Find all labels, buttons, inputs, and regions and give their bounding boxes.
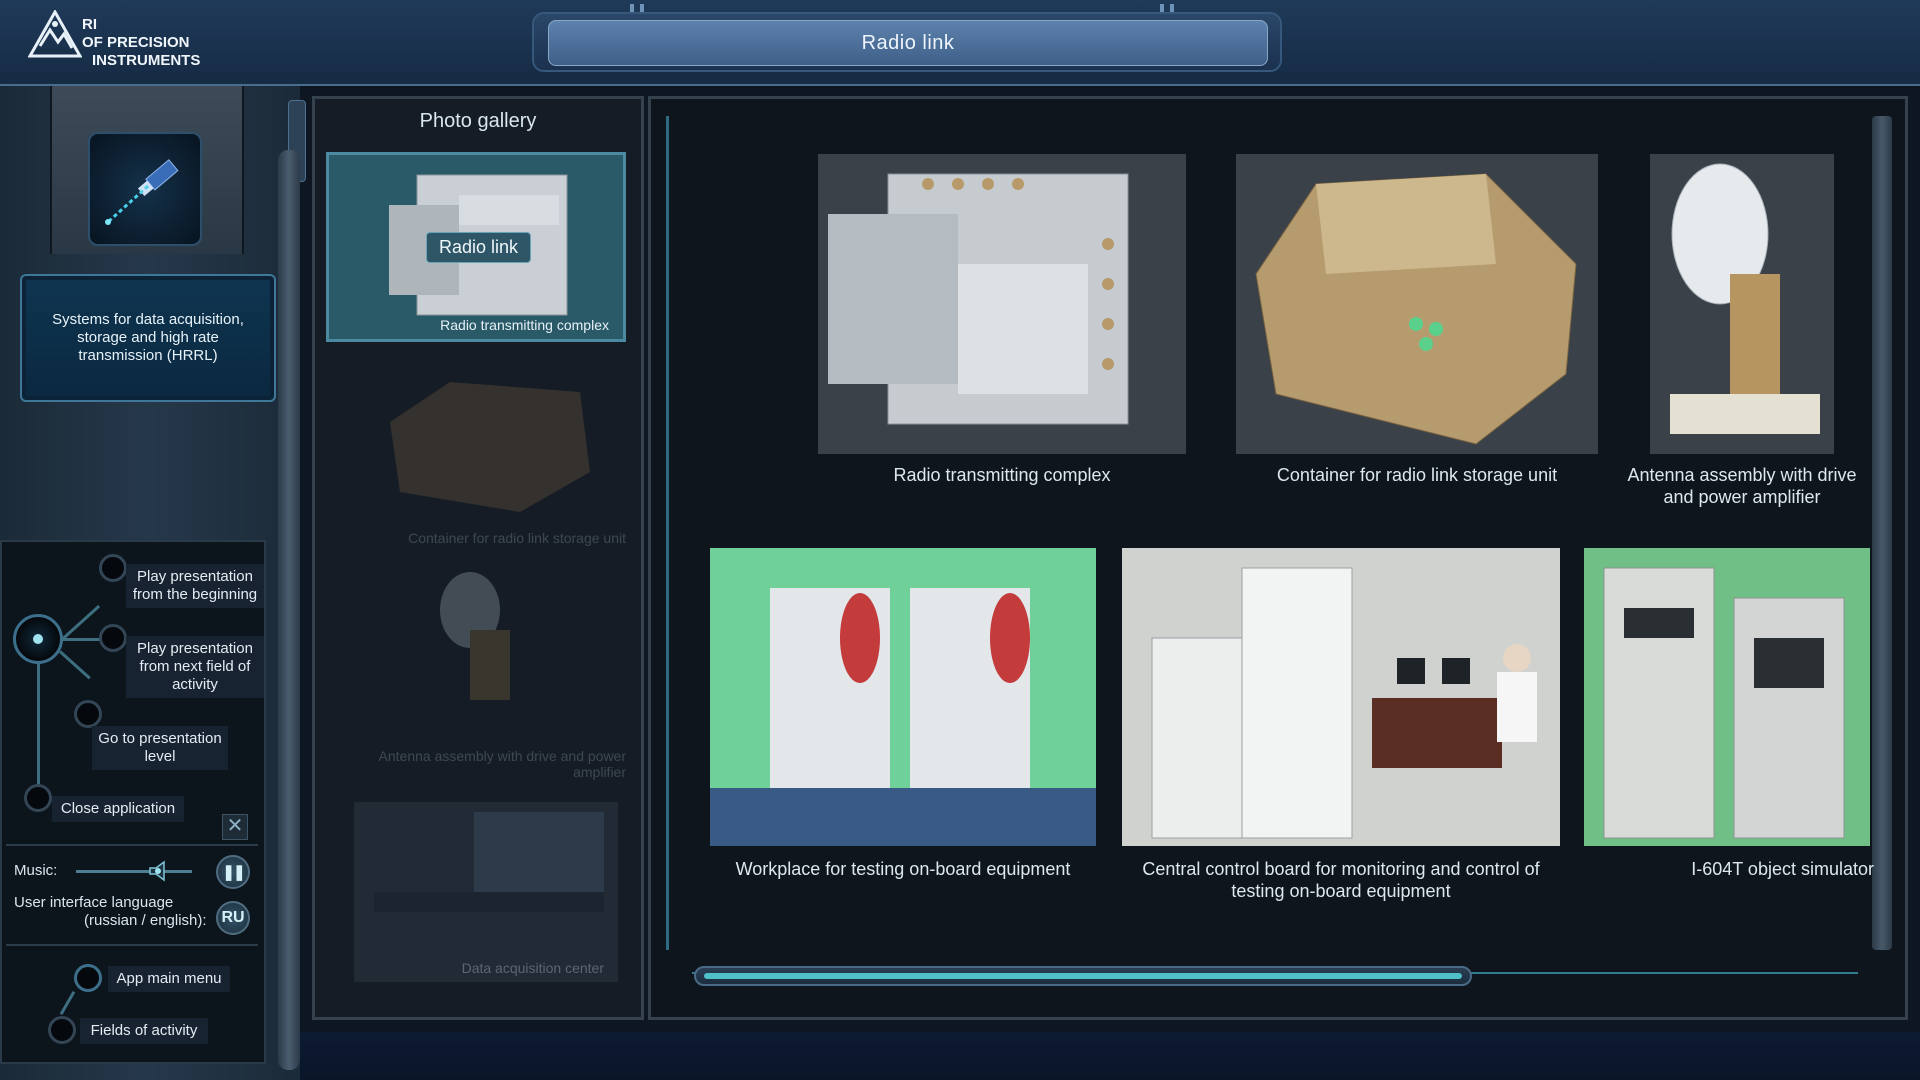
- rail-dot: [1170, 4, 1174, 12]
- gallery-thumb-container[interactable]: Container for radio link storage unit: [340, 362, 640, 552]
- language-label-line2: (russian / english):: [84, 912, 207, 929]
- gallery-thumb-antenna[interactable]: Antenna assembly with drive and power am…: [340, 560, 640, 780]
- app-main-menu-node[interactable]: [74, 964, 102, 992]
- logo: RI OF PRECISION INSTRUMENTS: [28, 10, 218, 74]
- logo-line-1: RI: [82, 16, 97, 33]
- viewer-vertical-scrollbar[interactable]: [1872, 116, 1892, 950]
- mountain-logo-icon: [28, 10, 82, 58]
- rail-dot: [640, 4, 644, 12]
- close-icon[interactable]: ✕: [222, 814, 248, 840]
- active-thumb-badge: Radio link: [426, 232, 532, 263]
- menu-divider: [6, 844, 258, 846]
- language-toggle-button[interactable]: RU: [216, 901, 250, 935]
- language-label: User interface language (russian / engli…: [14, 894, 207, 930]
- pause-icon: ❚❚: [222, 864, 245, 881]
- rail-dot: [1160, 4, 1164, 12]
- logo-line-3: INSTRUMENTS: [92, 52, 201, 69]
- thumb-label: Container for radio link storage unit: [408, 530, 626, 546]
- play-beginning-node[interactable]: [99, 554, 127, 582]
- horizontal-scroll-thumb[interactable]: [694, 966, 1472, 986]
- music-volume-slider[interactable]: [76, 870, 192, 873]
- logo-text: RI OF PRECISION INSTRUMENTS: [82, 16, 200, 70]
- photo-caption: Container for radio link storage unit: [1276, 465, 1558, 485]
- gallery-thumb-data-center[interactable]: Data acquisition center: [354, 802, 618, 982]
- rail-dot: [630, 4, 634, 12]
- left-scrollbar[interactable]: [278, 150, 300, 1070]
- photo-simulator[interactable]: [1584, 548, 1870, 846]
- music-pause-button[interactable]: ❚❚: [216, 855, 250, 889]
- container-thumb-image: [390, 382, 590, 512]
- thumb-label: Data acquisition center: [461, 960, 604, 976]
- photo-caption: I-604T object simulator: [1691, 859, 1874, 879]
- photo-caption: Antenna assembly with drive and power am…: [1627, 465, 1857, 507]
- go-level-button[interactable]: Go to presentation level: [92, 726, 228, 770]
- photo-caption: Workplace for testing on-board equipment: [735, 859, 1071, 879]
- fields-of-activity-node[interactable]: [48, 1016, 76, 1044]
- field-of-activity-card[interactable]: Systems for data acquisition, storage an…: [20, 274, 276, 402]
- thumb-label: Antenna assembly with drive and power am…: [378, 748, 626, 780]
- photo-workplace[interactable]: [710, 548, 1096, 846]
- play-next-node[interactable]: [99, 624, 127, 652]
- photo-antenna[interactable]: [1650, 154, 1834, 454]
- language-label-line1: User interface language: [14, 894, 174, 911]
- page-title: Radio link: [548, 20, 1268, 66]
- viewer-left-rail: [666, 116, 669, 950]
- photo-caption: Central control board for monitoring and…: [1142, 859, 1540, 901]
- antenna-thumb-image: [440, 572, 510, 700]
- gallery-title: Photo gallery: [419, 110, 537, 132]
- menu-hub-node: [13, 614, 63, 664]
- music-label: Music:: [14, 862, 58, 879]
- menu-divider: [6, 944, 258, 946]
- thumb-label: Radio transmitting complex: [440, 317, 609, 333]
- control-board-image: [1151, 567, 1537, 839]
- logo-line-2: OF PRECISION: [82, 34, 190, 51]
- container-image: [1255, 173, 1577, 445]
- speaker-icon[interactable]: [148, 860, 172, 882]
- satellite-icon: [105, 159, 179, 225]
- close-app-button[interactable]: Close application: [52, 796, 184, 822]
- app-main-menu-button[interactable]: App main menu: [108, 966, 230, 992]
- field-of-activity-label: Systems for data acquisition, storage an…: [52, 311, 244, 364]
- photo-control-board[interactable]: [1122, 548, 1560, 846]
- footer-bar: [300, 1032, 1920, 1080]
- data-center-thumb-image: [374, 812, 604, 912]
- play-beginning-button[interactable]: Play presentation from the beginning: [126, 564, 264, 608]
- simulator-image: [1603, 567, 1845, 839]
- radio-complex-image: [828, 173, 1129, 425]
- workplace-image: [710, 588, 1096, 846]
- close-app-node[interactable]: [24, 784, 52, 812]
- photo-container[interactable]: [1236, 154, 1598, 454]
- photo-radio-complex[interactable]: [818, 154, 1186, 454]
- fields-of-activity-button[interactable]: Fields of activity: [80, 1018, 208, 1044]
- antenna-image: [1670, 163, 1820, 434]
- go-level-node[interactable]: [74, 700, 102, 728]
- photo-caption: Radio transmitting complex: [893, 465, 1111, 485]
- satellite-field-tile[interactable]: [88, 132, 202, 246]
- play-next-button[interactable]: Play presentation from next field of act…: [126, 636, 264, 698]
